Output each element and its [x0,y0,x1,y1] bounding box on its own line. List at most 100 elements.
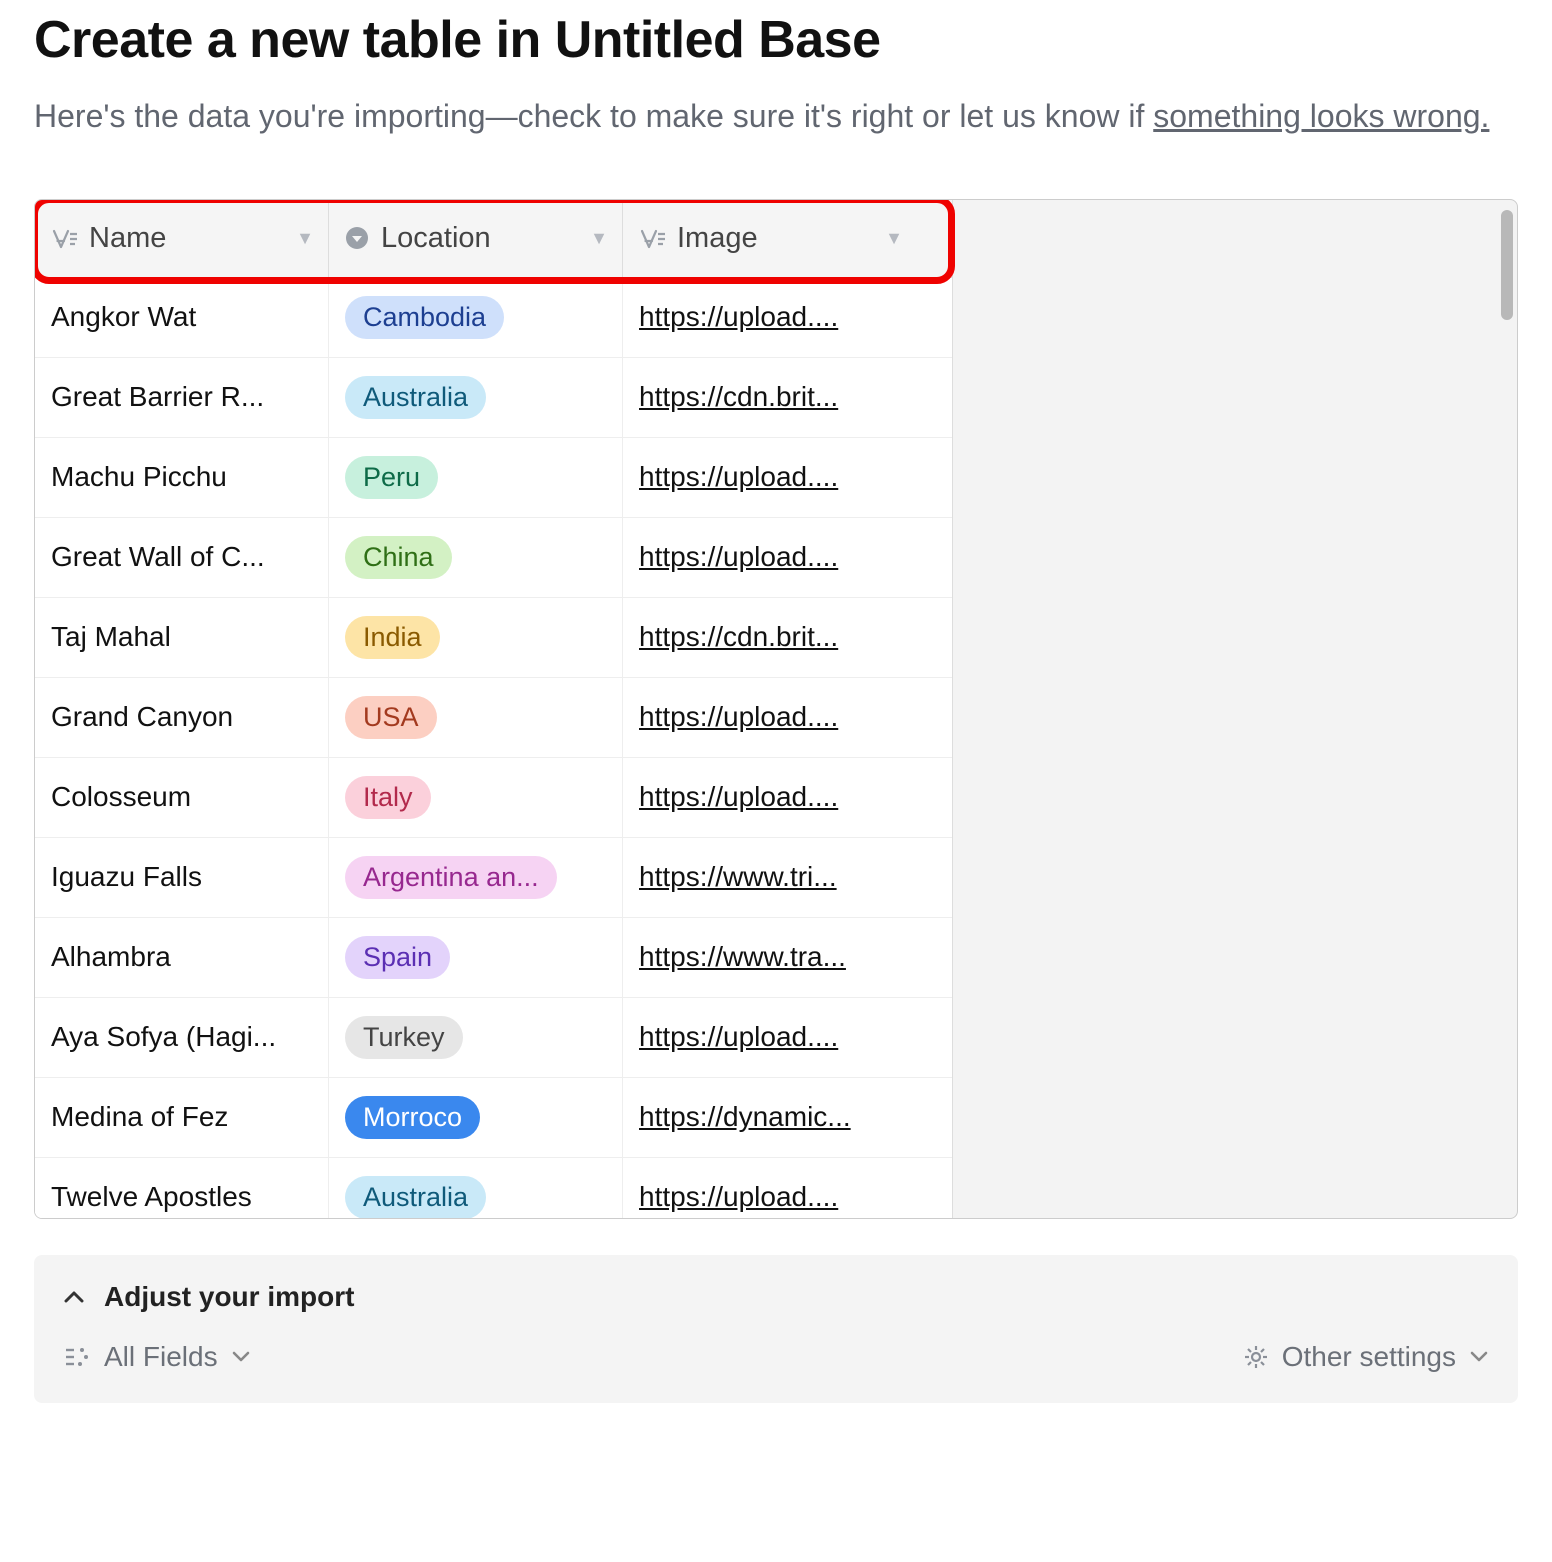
image-link[interactable]: https://upload.... [639,541,838,573]
cell-image-url: https://www.tra... [623,918,917,997]
cell-name: Great Wall of C... [35,518,329,597]
cell-location: Australia [329,1158,623,1218]
location-pill: Morroco [345,1096,480,1139]
cell-name: Aya Sofya (Hagi... [35,998,329,1077]
other-settings-label: Other settings [1282,1341,1456,1373]
image-link[interactable]: https://cdn.brit... [639,621,838,653]
cell-location: Cambodia [329,278,623,357]
cell-image-url: https://upload.... [623,998,917,1077]
cell-image-url: https://cdn.brit... [623,598,917,677]
chevron-up-icon [64,1290,84,1304]
image-link[interactable]: https://www.tra... [639,941,846,973]
location-pill: China [345,536,452,579]
cell-name: Grand Canyon [35,678,329,757]
chevron-down-icon: ▼ [296,228,314,249]
table-row[interactable]: Machu Picchu Peru https://upload.... [35,438,952,518]
table-row[interactable]: Aya Sofya (Hagi... Turkey https://upload..… [35,998,952,1078]
cell-name: Alhambra [35,918,329,997]
cell-name: Taj Mahal [35,598,329,677]
column-label: Name [89,222,290,255]
cell-image-url: https://upload.... [623,438,917,517]
all-fields-button[interactable]: All Fields [64,1341,250,1373]
cell-image-url: https://cdn.brit... [623,358,917,437]
column-header-location[interactable]: Location ▼ [329,200,623,277]
cell-location: Australia [329,358,623,437]
image-link[interactable]: https://upload.... [639,701,838,733]
location-pill: Australia [345,376,486,419]
text-field-icon [639,227,665,249]
table-row[interactable]: Great Barrier R... Australia https://cdn.b… [35,358,952,438]
cell-image-url: https://upload.... [623,1158,917,1218]
image-link[interactable]: https://dynamic... [639,1101,851,1133]
location-pill: Argentina an... [345,856,557,899]
cell-name: Machu Picchu [35,438,329,517]
cell-location: China [329,518,623,597]
chevron-down-icon: ▼ [885,228,903,249]
chevron-down-icon [1470,1351,1488,1363]
table-row[interactable]: Taj Mahal India https://cdn.brit... [35,598,952,678]
location-pill: Spain [345,936,450,979]
adjust-import-label: Adjust your import [104,1281,354,1313]
image-link[interactable]: https://upload.... [639,1021,838,1053]
all-fields-label: All Fields [104,1341,218,1373]
cell-location: Italy [329,758,623,837]
chevron-down-icon [232,1351,250,1363]
table-row[interactable]: Iguazu Falls Argentina an... https://www.t… [35,838,952,918]
vertical-scrollbar[interactable] [1501,210,1513,320]
text-field-icon [51,227,77,249]
location-pill: Peru [345,456,438,499]
cell-image-url: https://upload.... [623,758,917,837]
subtitle: Here's the data you're importing—check t… [34,94,1518,139]
adjust-import-toggle[interactable]: Adjust your import [64,1281,1488,1313]
gear-icon [1244,1345,1268,1369]
image-link[interactable]: https://cdn.brit... [639,381,838,413]
location-pill: Turkey [345,1016,463,1059]
adjust-import-panel: Adjust your import All Fields [34,1255,1518,1403]
table-row[interactable]: Angkor Wat Cambodia https://upload.... [35,278,952,358]
page-title: Create a new table in Untitled Base [34,10,1518,70]
cell-location: Turkey [329,998,623,1077]
cell-name: Colosseum [35,758,329,837]
column-label: Location [381,222,584,255]
cell-image-url: https://www.tri... [623,838,917,917]
location-pill: India [345,616,440,659]
location-pill: Australia [345,1176,486,1218]
subtitle-text: Here's the data you're importing—check t… [34,98,1153,134]
cell-location: India [329,598,623,677]
cell-location: USA [329,678,623,757]
location-pill: Cambodia [345,296,504,339]
table-row[interactable]: Medina of FezMorrocohttps://dynamic... [35,1078,952,1158]
cell-name: Angkor Wat [35,278,329,357]
cell-location: Argentina an... [329,838,623,917]
cell-location: Peru [329,438,623,517]
cell-image-url: https://upload.... [623,518,917,597]
image-link[interactable]: https://upload.... [639,1181,838,1213]
cell-name: Iguazu Falls [35,838,329,917]
table-row[interactable]: Alhambra Spain https://www.tra... [35,918,952,998]
chevron-down-icon: ▼ [590,228,608,249]
cell-image-url: https://upload.... [623,678,917,757]
location-pill: USA [345,696,437,739]
cell-location: Morroco [329,1078,623,1157]
cell-name: Twelve Apostles [35,1158,329,1218]
image-link[interactable]: https://upload.... [639,301,838,333]
table-row[interactable]: Colosseum Italy https://upload.... [35,758,952,838]
cell-image-url: https://upload.... [623,278,917,357]
something-wrong-link[interactable]: something looks wrong. [1153,98,1489,134]
cell-name: Great Barrier R... [35,358,329,437]
column-header-image[interactable]: Image ▼ [623,200,917,277]
fields-icon [64,1346,90,1368]
column-label: Image [677,222,879,255]
image-link[interactable]: https://upload.... [639,781,838,813]
image-link[interactable]: https://www.tri... [639,861,837,893]
import-preview-table: Name ▼ Location ▼ Image ▼ [34,199,1518,1219]
image-link[interactable]: https://upload.... [639,461,838,493]
table-row[interactable]: Grand Canyon USA https://upload.... [35,678,952,758]
single-select-icon [345,226,369,250]
table-row[interactable]: Twelve Apostles Australia https://upload..… [35,1158,952,1218]
table-row[interactable]: Great Wall of C... China https://upload...… [35,518,952,598]
location-pill: Italy [345,776,431,819]
other-settings-button[interactable]: Other settings [1244,1341,1488,1373]
cell-location: Spain [329,918,623,997]
column-header-name[interactable]: Name ▼ [35,200,329,277]
